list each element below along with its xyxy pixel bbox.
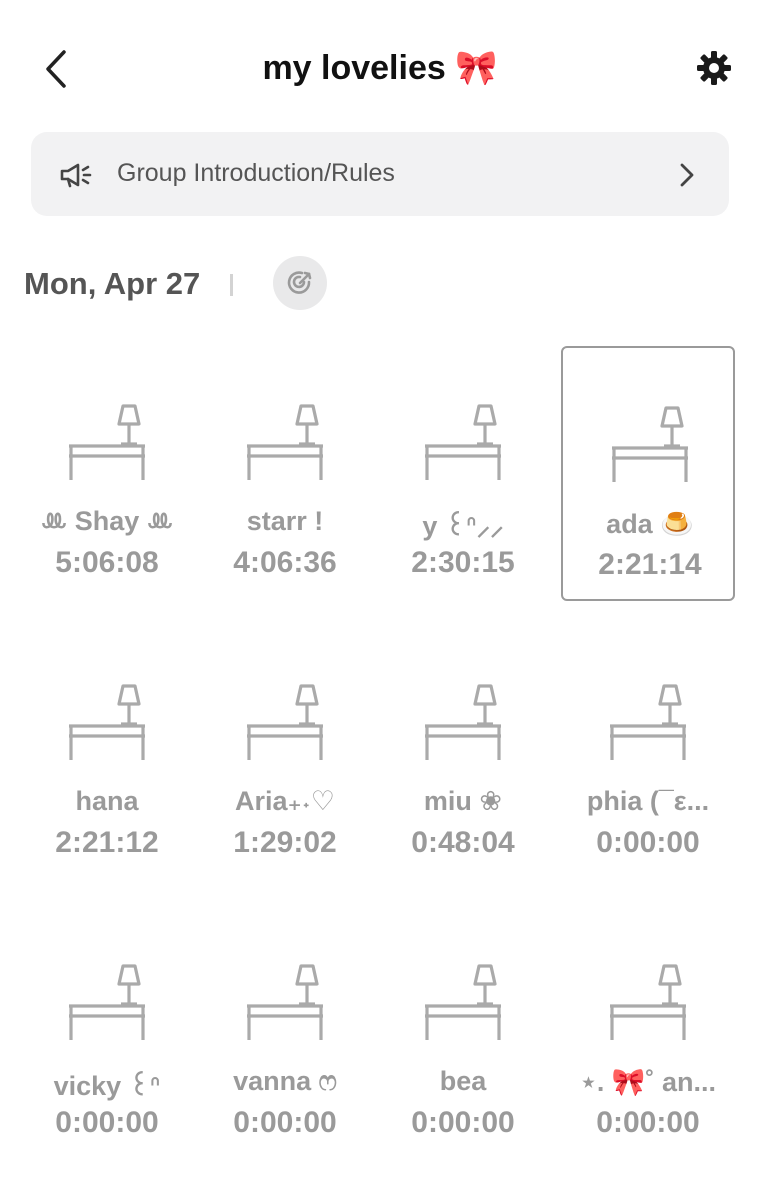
desk-icon [610, 684, 686, 760]
member-name: ꔛ Shay ꔛ [40, 506, 174, 536]
member-time: 4:06:36 [233, 546, 337, 579]
member-card[interactable]: vanna ෆ 0:00:00 [198, 906, 372, 1161]
member-time: 0:00:00 [233, 1106, 337, 1139]
member-name: Aria₊˖♡ [235, 786, 335, 816]
member-time: 0:00:00 [596, 826, 700, 859]
member-time: 0:00:00 [596, 1106, 700, 1139]
member-time: 2:30:15 [411, 546, 515, 579]
desk-icon [610, 964, 686, 1040]
page-title: my lovelies 🎀 [262, 49, 498, 87]
chevron-right-icon [680, 163, 694, 187]
desk-icon [425, 404, 501, 480]
member-time: 2:21:12 [55, 826, 159, 859]
refresh-button[interactable] [273, 256, 327, 310]
member-card[interactable]: Aria₊˖♡ 1:29:02 [198, 626, 372, 881]
desk-icon [247, 404, 323, 480]
member-time: 5:06:08 [55, 546, 159, 579]
desk-icon [425, 684, 501, 760]
date-label: Mon, Apr 27 [24, 266, 201, 301]
group-intro-rules-bar[interactable]: Group Introduction/Rules [31, 132, 729, 216]
member-card[interactable]: ⋆. 🎀˚ an... 0:00:00 [561, 906, 735, 1161]
member-card[interactable]: vicky ꒰ᐢ 0:00:00 [20, 906, 194, 1161]
megaphone-icon [60, 163, 92, 188]
member-name: bea [439, 1066, 487, 1096]
header: my lovelies 🎀 [0, 0, 760, 130]
member-card[interactable]: ada 🍮 2:21:14 [561, 346, 735, 601]
member-card[interactable]: bea 0:00:00 [376, 906, 550, 1161]
desk-icon [69, 684, 145, 760]
member-time: 1:29:02 [233, 826, 337, 859]
member-name: miu ❀ [423, 786, 503, 816]
desk-icon [612, 406, 688, 482]
member-time: 0:00:00 [411, 1106, 515, 1139]
member-card[interactable]: y ꒰ᐢ⸝⸝ 2:30:15 [376, 346, 550, 601]
desk-icon [69, 404, 145, 480]
member-name: vanna ෆ [233, 1066, 337, 1096]
member-card[interactable]: miu ❀ 0:48:04 [376, 626, 550, 881]
member-name: hana [75, 786, 139, 816]
group-intro-label: Group Introduction/Rules [117, 159, 395, 187]
member-name: vicky ꒰ᐢ [53, 1071, 161, 1101]
member-card[interactable]: starr ! 4:06:36 [198, 346, 372, 601]
member-time: 0:00:00 [55, 1106, 159, 1139]
member-card[interactable]: hana 2:21:12 [20, 626, 194, 881]
settings-button[interactable] [692, 46, 736, 90]
member-name: phia (¯ε... [586, 786, 710, 816]
date-row: Mon, Apr 27 [24, 256, 724, 316]
member-card[interactable]: phia (¯ε... 0:00:00 [561, 626, 735, 881]
member-time: 2:21:14 [598, 548, 702, 581]
desk-icon [247, 684, 323, 760]
member-time: 0:48:04 [411, 826, 515, 859]
member-name: starr ! [246, 506, 324, 536]
refresh-icon [287, 271, 312, 294]
divider [230, 274, 233, 296]
member-name: ada 🍮 [606, 509, 694, 539]
member-card[interactable]: ꔛ Shay ꔛ 5:06:08 [20, 346, 194, 601]
gear-icon [697, 51, 731, 85]
desk-icon [247, 964, 323, 1040]
member-name: y ꒰ᐢ⸝⸝ [422, 511, 504, 541]
member-name: ⋆. 🎀˚ an... [579, 1067, 717, 1097]
desk-icon [425, 964, 501, 1040]
desk-icon [69, 964, 145, 1040]
